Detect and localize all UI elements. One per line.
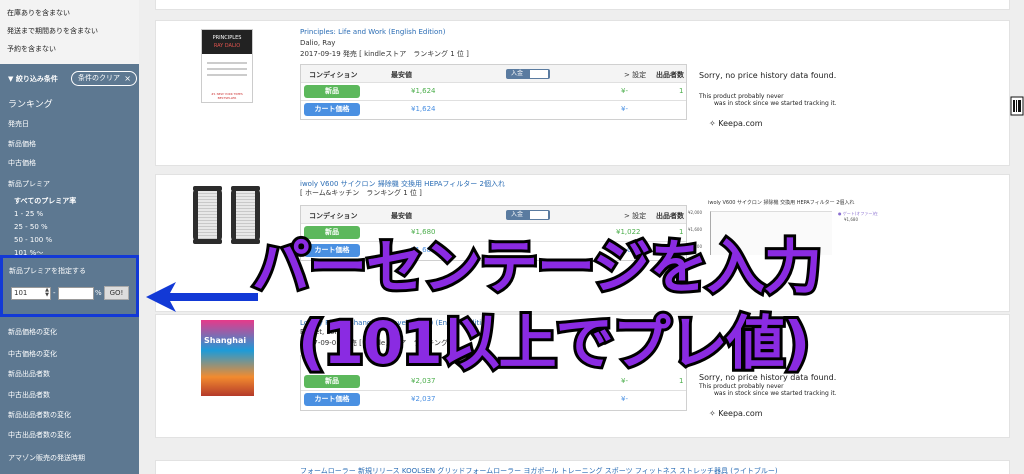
sidebar-item-used-price-change[interactable]: 中古価格の変化 bbox=[8, 349, 57, 359]
premium-custom-label: 新品プレミアを指定する bbox=[9, 267, 86, 275]
filter-header: ▼ 絞り込み条件 bbox=[8, 74, 58, 84]
premium-option-1-25[interactable]: 1 - 25 % bbox=[14, 210, 43, 218]
col-seller-count: 出品者数 bbox=[656, 71, 684, 79]
sidebar-item-new-sellers-change[interactable]: 新品出品者数の変化 bbox=[8, 410, 71, 420]
product-image[interactable]: PRINCIPLES RAY DALIO #1 NEW YORK TIMES B… bbox=[201, 29, 253, 103]
go-button[interactable]: GO! bbox=[104, 286, 129, 300]
sidebar-item-used-sellers[interactable]: 中古出品者数 bbox=[8, 390, 50, 400]
product-card-prev bbox=[155, 0, 1010, 10]
sidebar: 在庫ありを含まない 発送まで期間ありを含まない 予約を含まない ▼ 絞り込み条件… bbox=[0, 0, 139, 474]
table-row: カート価格 ¥2,037 ¥- bbox=[301, 391, 686, 409]
no-history-message: Sorry, no price history data found. bbox=[699, 71, 837, 80]
premium-from-value: 101 bbox=[14, 289, 28, 297]
premium-custom-box: 新品プレミアを指定する 101 ▲ ▼ - % GO! bbox=[0, 255, 139, 317]
cover-title: Shanghai bbox=[204, 336, 247, 345]
col-min-price: 最安値 bbox=[391, 71, 412, 79]
stock-option-in-stock[interactable]: 在庫ありを含まない bbox=[7, 8, 70, 18]
keepa-link[interactable]: ✧ Keepa.com bbox=[709, 409, 763, 418]
stock-option-preorder[interactable]: 予約を含まない bbox=[7, 44, 56, 54]
book-cover-header: PRINCIPLES RAY DALIO bbox=[202, 30, 252, 54]
percent-unit: % bbox=[95, 289, 102, 297]
product-card: PRINCIPLES RAY DALIO #1 NEW YORK TIMES B… bbox=[155, 20, 1010, 166]
product-meta: 2017-09-19 発売 [ kindleストア ランキング 1 位 ] bbox=[300, 50, 469, 58]
annotation-line-1: パーセンテージを入力 bbox=[249, 230, 825, 304]
price-value-alt: ¥- bbox=[621, 105, 628, 113]
price-value-alt: ¥- bbox=[621, 87, 628, 95]
close-icon: × bbox=[124, 74, 131, 83]
sidebar-item-new-sellers[interactable]: 新品出品者数 bbox=[8, 369, 50, 379]
cover-author: RAY DALIO bbox=[213, 43, 241, 49]
cover-footer: #1 NEW YORK TIMES BESTSELLER bbox=[211, 92, 243, 100]
deposit-toggle[interactable]: 入金 bbox=[506, 69, 550, 79]
product-image[interactable] bbox=[193, 186, 222, 244]
no-history-note-2: was in stock since we started tracking i… bbox=[714, 100, 837, 107]
price-table: コンディション 最安値 入金 > 設定 出品者数 新品 ¥1,624 ¥- 1 … bbox=[300, 64, 687, 120]
settings-link[interactable]: > 設定 bbox=[624, 70, 646, 80]
price-table-header: コンディション 最安値 入金 > 設定 出品者数 bbox=[301, 65, 686, 83]
clear-filters-label: 条件のクリア bbox=[78, 74, 120, 82]
product-card: フォームローラー 新規リリース KOOLSEN グリッドフォームローラー ヨガポ… bbox=[155, 460, 1010, 474]
sidebar-item-ranking[interactable]: ランキング bbox=[8, 97, 53, 110]
cart-price-button[interactable]: カート価格 bbox=[304, 393, 360, 406]
sidebar-item-new-price[interactable]: 新品価格 bbox=[8, 139, 36, 149]
stock-option-shipping-delay[interactable]: 発送まで期間ありを含まない bbox=[7, 26, 98, 36]
range-separator: - bbox=[53, 289, 56, 297]
premium-option-50-100[interactable]: 50 - 100 % bbox=[14, 236, 52, 244]
sidebar-item-new-premium[interactable]: 新品プレミア bbox=[8, 179, 50, 189]
toggle-label: 入金 bbox=[511, 70, 524, 77]
new-condition-button[interactable]: 新品 bbox=[304, 85, 360, 98]
spinner-icon[interactable]: ▲ ▼ bbox=[45, 288, 49, 298]
arrow-left-icon bbox=[146, 282, 258, 312]
sidebar-item-used-sellers-change[interactable]: 中古出品者数の変化 bbox=[8, 430, 71, 440]
premium-from-input[interactable]: 101 ▲ ▼ bbox=[11, 287, 51, 300]
no-history-note-2: was in stock since we started tracking i… bbox=[714, 390, 837, 397]
sidebar-stock-options: 在庫ありを含まない 発送まで期間ありを含まない 予約を含まない bbox=[0, 0, 139, 64]
price-value-alt: ¥- bbox=[621, 395, 628, 403]
premium-option-25-50[interactable]: 25 - 50 % bbox=[14, 223, 48, 231]
no-history-note-1: This product probably never bbox=[699, 383, 784, 390]
sidebar-item-new-price-change[interactable]: 新品価格の変化 bbox=[8, 327, 57, 337]
price-value: ¥1,624 bbox=[411, 105, 436, 113]
no-history-note-1: This product probably never bbox=[699, 93, 784, 100]
price-value: ¥1,624 bbox=[411, 87, 436, 95]
filter-header-label: 絞り込み条件 bbox=[15, 75, 58, 83]
col-condition: コンディション bbox=[309, 71, 358, 79]
product-image[interactable]: Shanghai bbox=[201, 320, 254, 396]
annotation-line-2: (101以上でプレ値) bbox=[295, 306, 813, 380]
chart-title: iwoly V600 サイクロン 掃除機 交換用 HEPAフィルター 2個入れ bbox=[708, 200, 855, 206]
product-author: Dalio, Ray bbox=[300, 39, 336, 47]
product-title-link[interactable]: Principles: Life and Work (English Editi… bbox=[300, 28, 445, 36]
seller-count: 1 bbox=[679, 87, 684, 95]
product-meta: [ ホーム&キッチン ランキング 1 位 ] bbox=[300, 189, 422, 197]
price-value: ¥2,037 bbox=[411, 395, 436, 403]
product-title-link[interactable]: フォームローラー 新規リリース KOOLSEN グリッドフォームローラー ヨガポ… bbox=[300, 466, 778, 474]
table-row: カート価格 ¥1,624 ¥- bbox=[301, 101, 686, 119]
barcode-icon[interactable] bbox=[1010, 95, 1024, 117]
sidebar-item-release-date[interactable]: 発売日 bbox=[8, 119, 29, 129]
premium-to-input[interactable] bbox=[58, 287, 94, 300]
premium-option-all[interactable]: すべてのプレミア率 bbox=[14, 196, 76, 206]
sidebar-item-used-price[interactable]: 中古価格 bbox=[8, 158, 36, 168]
table-row: 新品 ¥1,624 ¥- 1 bbox=[301, 83, 686, 101]
keepa-link[interactable]: ✧ Keepa.com bbox=[709, 119, 763, 128]
cart-price-button[interactable]: カート価格 bbox=[304, 103, 360, 116]
annotation-overlay: パーセンテージを入力 (101以上でプレ値) bbox=[248, 214, 938, 380]
sidebar-item-amazon-shipping[interactable]: アマゾン販売の発送時期 bbox=[8, 453, 85, 463]
clear-filters-button[interactable]: 条件のクリア × bbox=[71, 71, 137, 86]
cover-title: PRINCIPLES bbox=[212, 35, 242, 41]
funnel-icon: ▼ bbox=[8, 75, 16, 83]
